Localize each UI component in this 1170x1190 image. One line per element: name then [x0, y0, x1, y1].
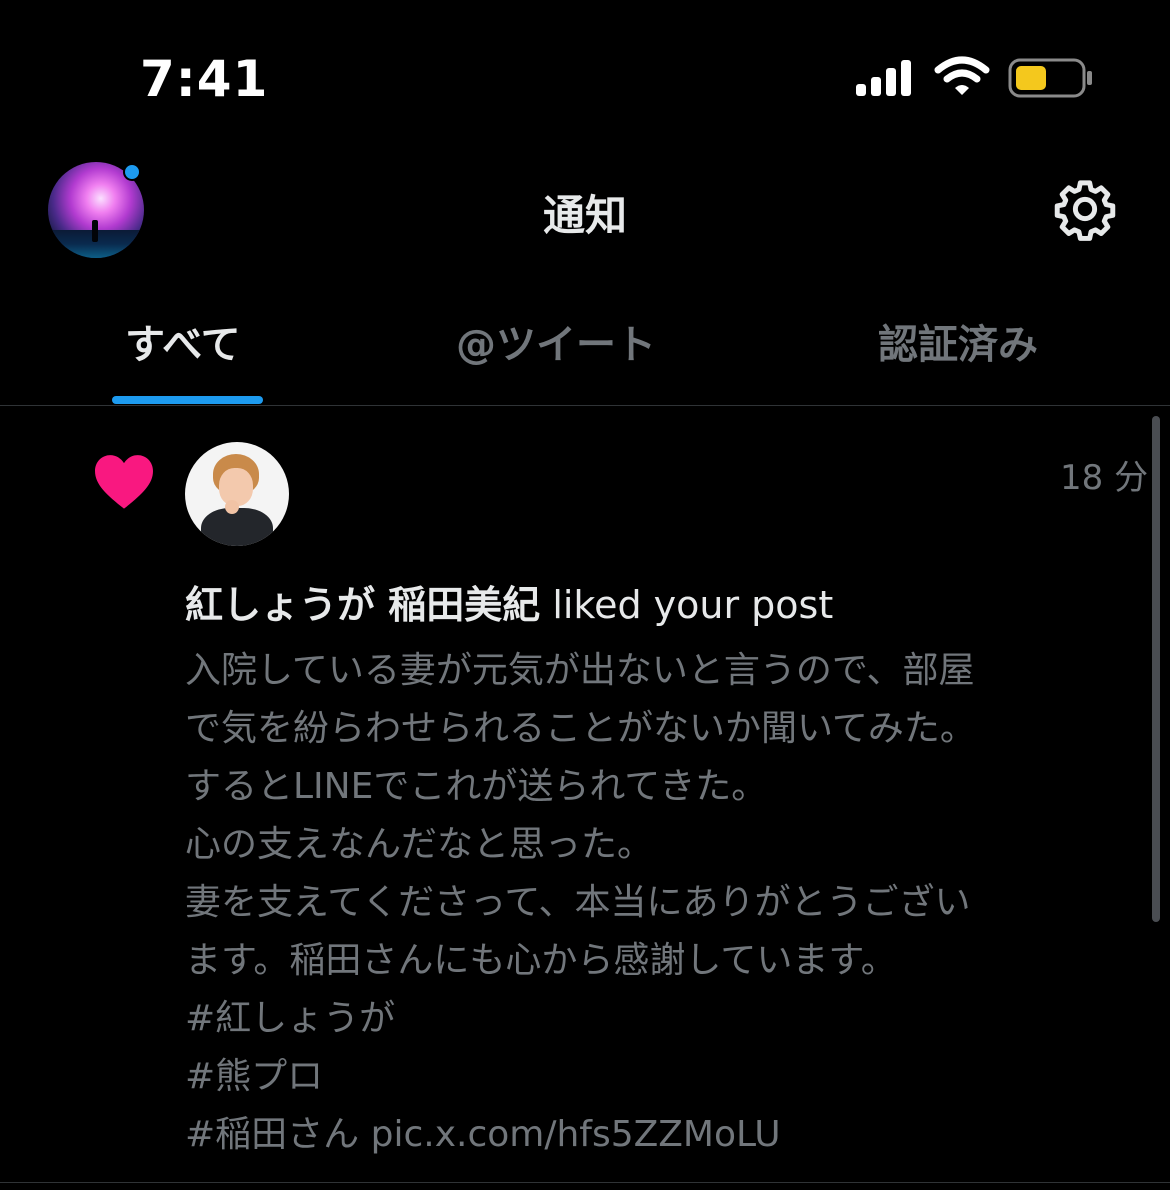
status-time: 7:41 [140, 50, 269, 108]
unread-dot [123, 163, 141, 181]
hashtag-link[interactable]: #熊プロ [185, 1048, 1130, 1106]
wifi-icon [934, 56, 990, 95]
signal-icon [856, 60, 911, 96]
tab-bar: すべて @ツイート 認証済み [0, 290, 1170, 405]
post-line: で気を紛らわせられることがないか聞いてみた。 [185, 708, 976, 749]
tab-all[interactable]: すべて [125, 312, 241, 370]
post-line: 心の支えなんだなと思った。 [185, 824, 654, 865]
notification-summary: 紅しょうが 稲田美紀 liked your post [185, 574, 833, 629]
hashtag-link[interactable]: #紅しょうが [185, 990, 1130, 1048]
page-title: 通知 [542, 191, 627, 240]
tab-mentions[interactable]: @ツイート [456, 312, 656, 370]
notification-time: 18 分 [1060, 458, 1149, 498]
actor-name[interactable]: 紅しょうが 稲田美紀 [185, 583, 540, 627]
post-text: 入院している妻が元気が出ないと言うので、部屋 で気を紛らわせられることがないか聞… [185, 642, 1130, 1164]
divider [0, 1182, 1170, 1183]
active-tab-indicator [112, 396, 263, 404]
post-line: するとLINEでこれが送られてきた。 [185, 766, 768, 807]
tab-verified[interactable]: 認証済み [878, 312, 1038, 370]
gear-icon[interactable] [1052, 176, 1118, 242]
hashtag-link[interactable]: #稲田さん pic.x.com/hfs5ZZMoLU [185, 1106, 1130, 1164]
post-line: 妻を支えてくださって、本当にありがとうござい [185, 882, 971, 923]
action-text: liked your post [540, 583, 834, 627]
scrollbar[interactable] [1152, 416, 1160, 922]
heart-icon [95, 455, 153, 509]
post-line: 入院している妻が元気が出ないと言うので、部屋 [185, 650, 975, 691]
header: 通知 [0, 150, 1170, 270]
status-bar: 7:41 [0, 0, 1170, 150]
user-avatar[interactable] [185, 442, 289, 546]
battery-icon [1008, 58, 1092, 98]
notification-item[interactable]: 18 分 紅しょうが 稲田美紀 liked your post 入院している妻が… [0, 406, 1150, 1190]
post-line: ます。稲田さんにも心から感謝しています。 [185, 940, 897, 981]
